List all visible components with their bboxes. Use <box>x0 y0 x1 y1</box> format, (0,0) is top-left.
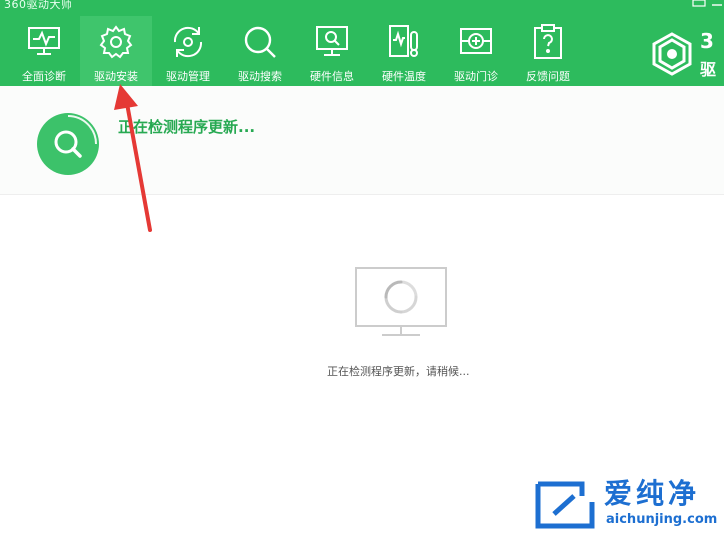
app-title: 360驱动大师 <box>4 0 73 11</box>
question-clipboard-icon <box>534 24 562 59</box>
red-arrow-annotation <box>114 84 152 232</box>
loading-text: 正在检测程序更新，请稍候... <box>327 365 470 378</box>
refresh-gear-icon <box>173 26 203 58</box>
brand-subtext: 驱 <box>700 60 717 79</box>
loading-monitor-icon <box>355 267 447 336</box>
nav-driver-search[interactable]: 驱动搜索 <box>224 16 296 86</box>
nav-driver-clinic[interactable]: 驱动门诊 <box>440 16 512 86</box>
menu-icon[interactable] <box>692 0 706 8</box>
nav-hardware-temp[interactable]: 硬件温度 <box>368 16 440 86</box>
nav-driver-manage[interactable]: 驱动管理 <box>152 16 224 86</box>
nav-feedback[interactable]: 反馈问题 <box>512 16 584 86</box>
monitor-search-icon <box>316 26 348 56</box>
monitor-pulse-icon <box>28 27 60 55</box>
plus-clinic-icon <box>460 28 492 54</box>
nav-label: 驱动搜索 <box>238 70 282 83</box>
search-icon <box>244 26 276 58</box>
nav-label: 硬件温度 <box>382 70 426 83</box>
nav-driver-install[interactable]: 驱动安装 <box>80 16 152 86</box>
nav-hardware-info[interactable]: 硬件信息 <box>296 16 368 86</box>
top-toolbar: 360驱动大师 全面诊断 驱动安装 驱动管理 驱动搜索 硬件信息 硬件温度 驱动… <box>0 0 724 86</box>
nav-label: 驱动门诊 <box>454 70 498 83</box>
watermark-cn: 爱纯净 <box>604 477 701 510</box>
nav-label: 全面诊断 <box>22 70 66 83</box>
watermark-logo-icon <box>535 481 595 529</box>
thermometer-icon <box>389 25 418 57</box>
nav-full-diagnosis[interactable]: 全面诊断 <box>8 16 80 86</box>
main-nav: 全面诊断 驱动安装 驱动管理 驱动搜索 硬件信息 硬件温度 驱动门诊 反馈问题 <box>8 16 584 86</box>
brand-text: 3 <box>700 29 714 53</box>
nav-label: 硬件信息 <box>310 70 354 83</box>
nav-label: 驱动管理 <box>166 70 210 83</box>
watermark-en: aichunjing.com <box>606 512 718 527</box>
scan-search-icon <box>37 113 99 175</box>
nav-label: 反馈问题 <box>526 70 570 83</box>
gear-icon <box>99 25 133 59</box>
minimize-icon[interactable] <box>710 0 724 8</box>
